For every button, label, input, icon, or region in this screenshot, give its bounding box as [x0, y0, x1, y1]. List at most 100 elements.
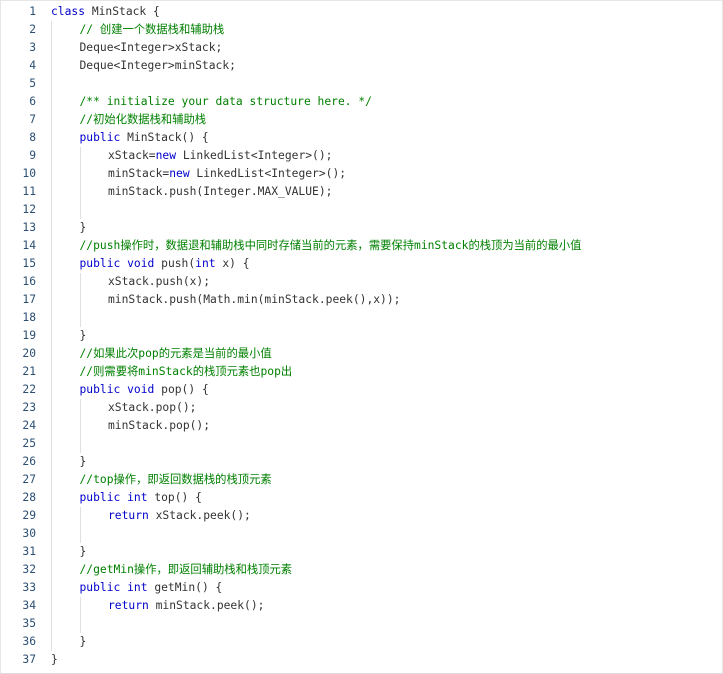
- code-line[interactable]: 14 //push操作时，数据退和辅助栈中同时存储当前的元素，需要保持minSta…: [1, 237, 722, 255]
- code-line[interactable]: 28 public int top() {: [1, 489, 722, 507]
- code-line[interactable]: 15 public void push(int x) {: [1, 255, 722, 273]
- code-line[interactable]: 13}: [1, 219, 722, 237]
- code-text: public int getMin() {: [80, 579, 223, 597]
- indent-guide: [51, 75, 52, 93]
- keyword-token: new: [169, 167, 190, 180]
- indent-guide: [79, 201, 81, 219]
- code-line[interactable]: 21 //则需要将minStack的栈顶元素也pop出: [1, 363, 722, 381]
- line-number: 27: [22, 473, 36, 486]
- code-line[interactable]: 20 //如果此次pop的元素是当前的最小值: [1, 345, 722, 363]
- code-line[interactable]: 11 minStack.push(Integer.MAX_VALUE);: [1, 183, 722, 201]
- indent-guide: [51, 381, 52, 399]
- indent-guide: [79, 417, 81, 435]
- code-line[interactable]: 27 //top操作，即返回数据栈的栈顶元素: [1, 471, 722, 489]
- line-number: 20: [22, 347, 36, 360]
- code-text: xStack.push(x);: [108, 273, 210, 291]
- indent-guide: [51, 615, 52, 633]
- text-token: minStack.peek();: [148, 599, 265, 612]
- indent-guide: [51, 183, 52, 201]
- code-line[interactable]: 8 public MinStack() {: [1, 129, 722, 147]
- code-line[interactable]: 30: [1, 525, 722, 543]
- code-line[interactable]: 34 return minStack.peek();: [1, 597, 722, 615]
- code-line[interactable]: 35: [1, 615, 722, 633]
- code-text: xStack=new LinkedList<Integer>();: [108, 147, 332, 165]
- keyword-token: public: [79, 131, 121, 144]
- line-number: 16: [22, 275, 36, 288]
- indent-guide: [51, 597, 52, 615]
- text-token: xStack.push(x);: [108, 275, 211, 288]
- code-line[interactable]: 24 minStack.pop();: [1, 417, 722, 435]
- code-line[interactable]: 33 public int getMin() {: [1, 579, 722, 597]
- indent-guide: [79, 165, 81, 183]
- text-token: minStack.push(Integer.MAX_VALUE);: [108, 185, 333, 198]
- code-text: public MinStack() {: [80, 129, 209, 147]
- line-number: 34: [22, 599, 36, 612]
- code-line[interactable]: 1 class MinStack {: [1, 3, 722, 21]
- code-line[interactable]: 23 xStack.pop();: [1, 399, 722, 417]
- code-line[interactable]: 18: [1, 309, 722, 327]
- line-number: 25: [22, 437, 36, 450]
- code-line[interactable]: 10 minStack=new LinkedList<Integer>();: [1, 165, 722, 183]
- text-token: x) {: [215, 257, 250, 270]
- text-token: LinkedList<Integer>();: [189, 167, 347, 180]
- code-lines[interactable]: 1 class MinStack {2 // 创建一个数据栈和辅助栈 3 Deque<I…: [1, 3, 722, 669]
- keyword-token: public: [79, 581, 121, 594]
- indent-guide: [79, 183, 81, 201]
- code-text: //则需要将minStack的栈顶元素也pop出: [80, 363, 293, 381]
- indent-guide: [51, 507, 52, 525]
- code-text: }: [80, 543, 87, 561]
- line-number: 19: [22, 329, 36, 342]
- code-text: //top操作，即返回数据栈的栈顶元素: [80, 471, 272, 489]
- code-line[interactable]: 16 xStack.push(x);: [1, 273, 722, 291]
- keyword-token: int: [195, 257, 216, 270]
- code-line[interactable]: 17 minStack.push(Math.min(minStack.peek()…: [1, 291, 722, 309]
- code-line[interactable]: 3 Deque<Integer>xStack;: [1, 39, 722, 57]
- comment-token: /** initialize your data structure here.…: [79, 95, 372, 108]
- code-line[interactable]: 6 /** initialize your data structure here…: [1, 93, 722, 111]
- code-line[interactable]: 19}: [1, 327, 722, 345]
- code-line[interactable]: 29 return xStack.peek();: [1, 507, 722, 525]
- code-line[interactable]: 31}: [1, 543, 722, 561]
- indent-guide: [79, 309, 81, 327]
- line-number: 35: [22, 617, 36, 630]
- line-number: 8: [29, 131, 36, 144]
- code-line[interactable]: 36}: [1, 633, 722, 651]
- code-line[interactable]: 5: [1, 75, 722, 93]
- code-text: }: [51, 651, 58, 669]
- indent-guide: [79, 615, 81, 633]
- code-line[interactable]: 22 public void pop() {: [1, 381, 722, 399]
- indent-guide: [79, 435, 81, 453]
- text-token: push(: [154, 257, 196, 270]
- indent-guide: [51, 39, 52, 57]
- keyword-token: class: [51, 5, 86, 18]
- code-text: //push操作时，数据退和辅助栈中同时存储当前的元素，需要保持minStack…: [80, 237, 582, 255]
- code-line[interactable]: 9 xStack=new LinkedList<Integer>();: [1, 147, 722, 165]
- comment-token: //getMin操作，即返回辅助栈和栈顶元素: [79, 563, 293, 576]
- keyword-token: return: [108, 509, 149, 522]
- code-editor[interactable]: 1 class MinStack {2 // 创建一个数据栈和辅助栈 3 Deque<I…: [0, 0, 723, 674]
- code-line[interactable]: 32 //getMin操作，即返回辅助栈和栈顶元素: [1, 561, 722, 579]
- code-line[interactable]: 12: [1, 201, 722, 219]
- line-number: 6: [29, 95, 36, 108]
- line-number: 23: [22, 401, 36, 414]
- code-text: //getMin操作，即返回辅助栈和栈顶元素: [80, 561, 293, 579]
- code-line[interactable]: 26}: [1, 453, 722, 471]
- comment-token: //初始化数据栈和辅助栈: [79, 113, 207, 126]
- text-token: }: [79, 329, 87, 342]
- code-line[interactable]: 7 //初始化数据栈和辅助栈: [1, 111, 722, 129]
- keyword-token: public: [79, 491, 121, 504]
- code-line[interactable]: 2 // 创建一个数据栈和辅助栈: [1, 21, 722, 39]
- indent-guide: [79, 399, 81, 417]
- keyword-token: void: [127, 383, 155, 396]
- comment-token: //则需要将minStack的栈顶元素也pop出: [79, 365, 293, 378]
- line-number: 33: [22, 581, 36, 594]
- code-line[interactable]: 4 Deque<Integer>minStack;: [1, 57, 722, 75]
- indent-guide: [51, 147, 52, 165]
- comment-token: //top操作，即返回数据栈的栈顶元素: [79, 473, 272, 486]
- code-line[interactable]: 25: [1, 435, 722, 453]
- line-number: 26: [22, 455, 36, 468]
- code-line[interactable]: 37}: [1, 651, 722, 669]
- text-token: top() {: [147, 491, 202, 504]
- code-text: }: [80, 327, 87, 345]
- line-number: 10: [22, 167, 36, 180]
